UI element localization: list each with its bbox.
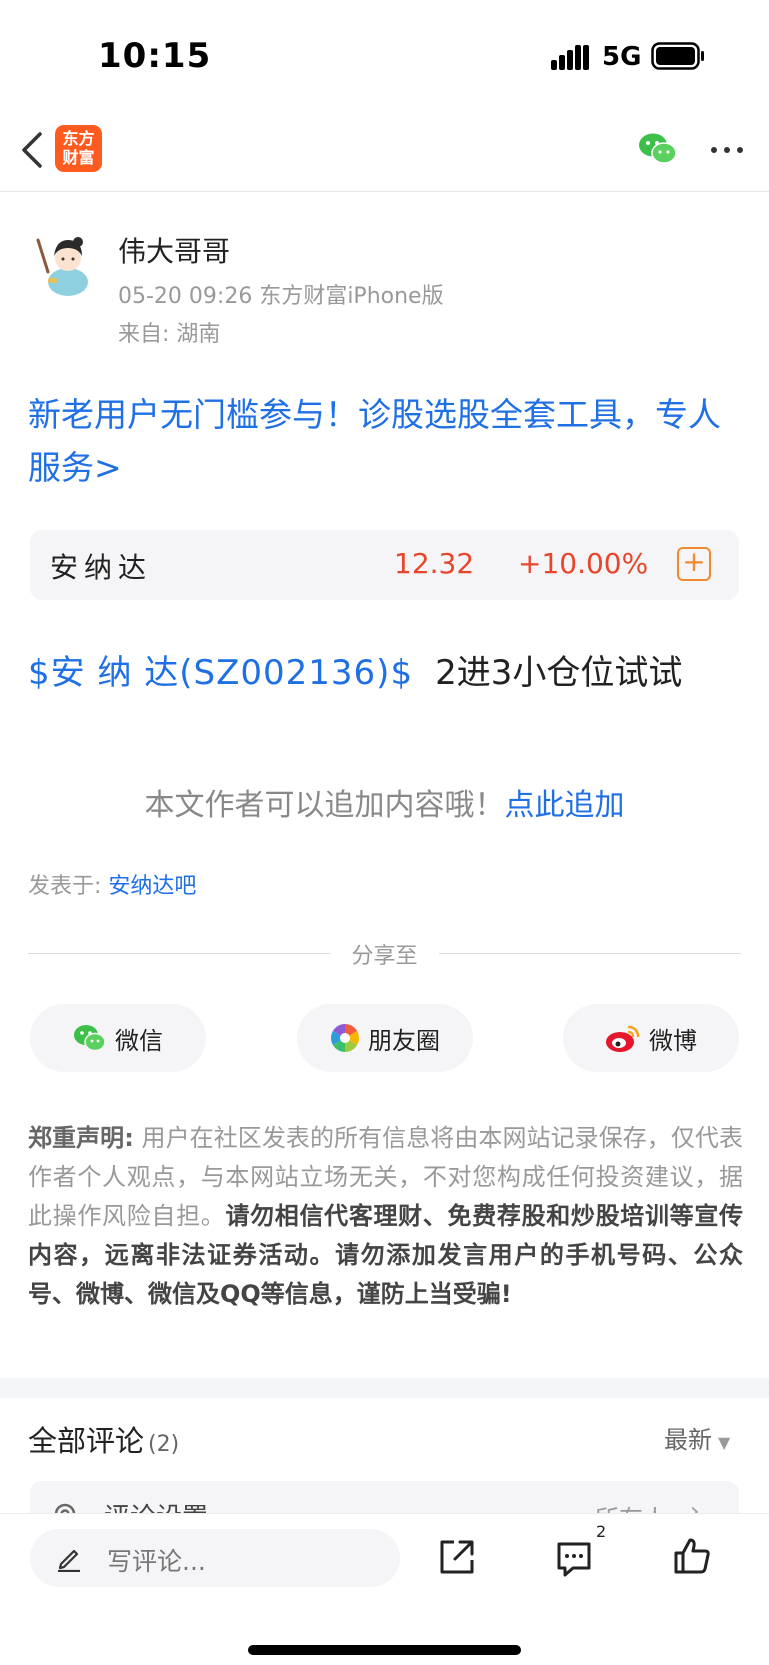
comment-placeholder: 写评论... xyxy=(107,1547,206,1576)
wechat-icon[interactable] xyxy=(638,132,678,166)
post-location: 来自: 湖南 xyxy=(118,322,221,347)
share-moments-button[interactable]: 朋友圈 xyxy=(297,1004,473,1072)
share-weibo-label: 微博 xyxy=(649,1026,697,1055)
more-icon[interactable] xyxy=(709,135,745,165)
signal-icon xyxy=(551,45,589,70)
promo-link[interactable]: 新老用户无门槛参与！诊股选股全套工具，专人服务> xyxy=(28,388,743,494)
divider xyxy=(28,953,330,954)
app-logo-line-2: 财富 xyxy=(62,148,95,167)
comment-icon[interactable] xyxy=(555,1540,593,1578)
moments-icon xyxy=(331,1024,359,1052)
posted-in-label: 发表于: xyxy=(28,874,102,899)
status-bar: 10:15 5G xyxy=(0,0,769,110)
stock-change: +10.00% xyxy=(518,547,649,580)
post-body: $安 纳 达(SZ002136)$ 2进3小仓位试试 xyxy=(28,645,682,694)
network-label: 5G xyxy=(602,42,642,72)
share-title: 分享至 xyxy=(351,944,418,969)
disclaimer-head: 郑重声明: xyxy=(28,1124,134,1152)
status-time: 10:15 xyxy=(98,36,212,76)
nav-bar: 东方 财富 xyxy=(0,110,769,192)
comments-title-label: 全部评论 xyxy=(28,1424,145,1458)
thumbs-up-icon[interactable] xyxy=(672,1536,712,1576)
back-icon[interactable] xyxy=(18,128,48,172)
post-meta: 05-20 09:26 东方财富iPhone版 xyxy=(118,284,444,309)
app-logo[interactable]: 东方 财富 xyxy=(55,125,102,172)
wechat-icon xyxy=(74,1025,106,1052)
bottom-toolbar: 写评论... 2 xyxy=(0,1513,769,1665)
share-wechat-button[interactable]: 微信 xyxy=(30,1004,206,1072)
share-weibo-button[interactable]: 微博 xyxy=(563,1004,739,1072)
comment-input[interactable]: 写评论... xyxy=(30,1529,400,1587)
share-moments-label: 朋友圈 xyxy=(368,1026,440,1055)
forum-link[interactable]: 安纳达吧 xyxy=(108,874,196,899)
caret-down-icon: ▼ xyxy=(718,1433,731,1452)
comments-title: 全部评论 (2) xyxy=(28,1418,179,1460)
weibo-icon xyxy=(606,1025,640,1052)
share-wechat-label: 微信 xyxy=(115,1026,163,1055)
pen-icon xyxy=(58,1549,80,1572)
stock-tag-link[interactable]: $安 纳 达(SZ002136)$ xyxy=(28,653,413,693)
stock-name: 安纳达 xyxy=(50,551,153,584)
post-text: 2进3小仓位试试 xyxy=(435,653,683,693)
sort-label: 最新 xyxy=(664,1426,712,1454)
posted-in: 发表于: 安纳达吧 xyxy=(28,868,196,900)
divider xyxy=(439,953,741,954)
comments-count: (2) xyxy=(148,1432,180,1457)
battery-icon xyxy=(651,42,704,70)
add-stock-icon[interactable]: + xyxy=(677,547,711,581)
share-icon[interactable] xyxy=(438,1538,476,1576)
sort-selector[interactable]: 最新 ▼ xyxy=(664,1420,730,1455)
append-prompt: 本文作者可以追加内容哦！ xyxy=(144,788,505,823)
stock-card[interactable]: 安纳达 12.32 +10.00% + xyxy=(30,530,739,600)
append-link[interactable]: 点此追加 xyxy=(505,788,625,823)
disclaimer: 郑重声明: 用户在社区发表的所有信息将由本网站记录保存，仅代表作者个人观点，与本… xyxy=(28,1119,743,1314)
append-row: 本文作者可以追加内容哦！点此追加 xyxy=(0,780,769,824)
stock-price: 12.32 xyxy=(394,547,475,580)
section-divider xyxy=(0,1378,769,1398)
app-logo-line-1: 东方 xyxy=(62,129,95,148)
comment-count-badge: 2 xyxy=(596,1522,607,1541)
author-name[interactable]: 伟大哥哥 xyxy=(118,230,230,270)
home-indicator xyxy=(248,1645,521,1655)
avatar[interactable] xyxy=(28,232,98,304)
